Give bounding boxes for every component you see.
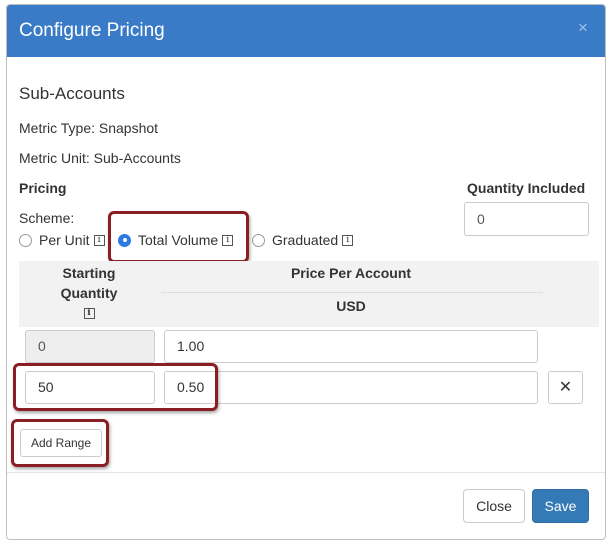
info-icon[interactable]: i	[83, 308, 95, 319]
metric-unit: Metric Unit: Sub-Accounts	[19, 150, 181, 166]
modal-title: Configure Pricing	[19, 20, 165, 41]
quantity-included-label: Quantity Included	[467, 180, 586, 196]
radio-total-volume[interactable]: Total Volume i	[118, 231, 234, 249]
quantity-included-input[interactable]	[464, 202, 589, 236]
close-icon[interactable]: ×	[575, 19, 591, 37]
column-header-line: Starting	[62, 265, 116, 281]
info-icon[interactable]: i	[93, 234, 105, 246]
radio-label-graduated: Graduated	[272, 232, 339, 248]
starting-quantity-cell: 0	[25, 330, 155, 363]
price-input[interactable]: 1.00	[164, 330, 538, 363]
modal-header: Configure Pricing ×	[7, 5, 605, 57]
info-icon-wrapper: i	[19, 303, 159, 319]
configure-pricing-modal: Configure Pricing × Sub-Accounts Metric …	[6, 4, 606, 540]
info-icon[interactable]: i	[222, 234, 234, 246]
radio-button-icon[interactable]	[252, 233, 265, 247]
scheme-label: Scheme:	[19, 210, 75, 226]
radio-button-icon[interactable]	[19, 233, 32, 247]
column-header-starting-quantity: Starting Quantity i	[19, 263, 159, 319]
footer-divider	[7, 472, 605, 473]
starting-quantity-input[interactable]: 50	[25, 371, 155, 404]
column-header-price: Price Per Account	[290, 265, 412, 281]
radio-graduated[interactable]: Graduated i	[252, 231, 354, 249]
column-header-line: Quantity	[60, 285, 118, 301]
radio-label-total-volume: Total Volume	[138, 232, 219, 248]
radio-button-selected-icon[interactable]	[118, 233, 131, 247]
close-button[interactable]: Close	[463, 489, 525, 523]
metric-type: Metric Type: Snapshot	[19, 120, 159, 136]
close-icon: ✕	[558, 379, 573, 396]
add-range-button[interactable]: Add Range	[20, 429, 102, 457]
header-divider	[161, 292, 543, 293]
price-input[interactable]: 0.50	[164, 371, 538, 404]
radio-per-unit[interactable]: Per Unit i	[19, 231, 105, 249]
info-icon[interactable]: i	[342, 234, 354, 246]
column-header-currency: USD	[336, 298, 366, 314]
pricing-label: Pricing	[19, 180, 67, 196]
remove-range-button[interactable]: ✕	[548, 371, 583, 404]
radio-label-per-unit: Per Unit	[39, 232, 90, 248]
section-title: Sub-Accounts	[19, 84, 125, 103]
save-button[interactable]: Save	[532, 489, 589, 523]
